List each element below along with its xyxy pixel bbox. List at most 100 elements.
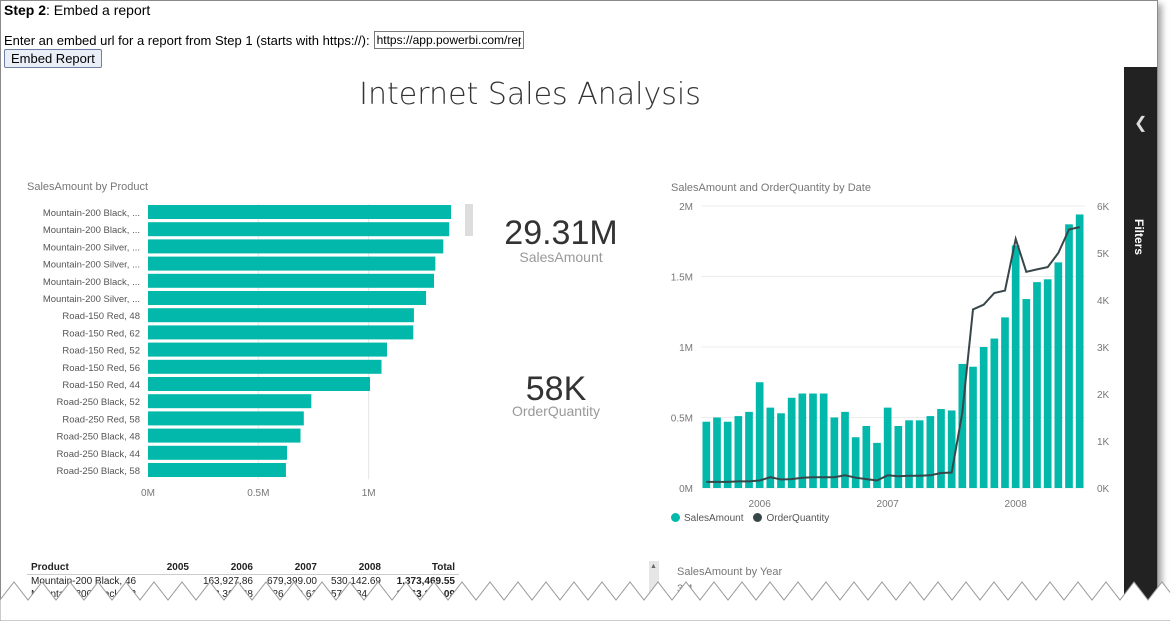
bar[interactable] [766,407,775,488]
bar[interactable] [713,417,721,489]
matrix-header-2007[interactable]: 2007 [257,561,321,575]
bar[interactable] [148,308,414,323]
year-chart-title: SalesAmount by Year [677,566,783,578]
bar[interactable] [798,393,807,488]
matrix-header-product[interactable]: Product [27,561,145,575]
matrix-header-total[interactable]: Total [385,561,459,575]
sales-quantity-by-date-chart: 0M 0.5M 1M 1.5M 2M 0K 1K 2K 3K 4K 5K 6K 2006 2007 2008 [671,202,1110,510]
bar[interactable] [148,428,301,443]
x-tick-label: 2006 [749,499,772,510]
scroll-up-icon[interactable]: ▲ [650,563,657,570]
legend-item-orderquantity[interactable]: OrderQuantity [753,513,829,524]
bar[interactable] [1065,224,1073,488]
x-tick-label: 2007 [877,499,900,510]
order-quantity-card-label: OrderQuantity [512,403,600,419]
sales-by-product-chart: 0M 0.5M 1M Mountain-200 Black, ... Mountain-… [43,204,452,499]
bar[interactable] [1001,317,1009,488]
embed-url-row: Enter an embed url for a report from Ste… [4,31,524,49]
step-text: : Embed a report [46,2,151,18]
bar[interactable] [1043,279,1052,488]
bar[interactable] [148,463,286,477]
filters-label: Filters [1132,219,1146,256]
bar[interactable] [723,421,732,488]
y-left-tick-label: 1.5M [671,273,693,284]
bar[interactable] [1033,282,1041,488]
embed-url-input[interactable] [373,31,524,49]
category-label: Road-250 Black, 44 [57,449,140,460]
bar[interactable] [148,222,450,237]
bar[interactable] [809,393,817,488]
bar[interactable] [947,410,956,488]
bar[interactable] [148,291,427,305]
bar[interactable] [1011,245,1020,488]
legend-dot-teal [671,513,680,522]
torn-edge-decoration [0,581,1170,621]
sales-amount-card-value: 29.31M [504,214,618,252]
y-right-tick-label: 2K [1097,390,1110,401]
bar[interactable] [148,342,388,357]
report-title: Internet Sales Analysis [359,77,701,112]
matrix-header-2006[interactable]: 2006 [193,561,257,575]
y-right-tick-label: 6K [1097,202,1110,213]
legend-dot-dark [753,513,763,522]
bar[interactable] [926,416,935,488]
step-heading: Step 2: Embed a report [4,2,150,18]
bar[interactable] [148,445,288,460]
category-label: Mountain-200 Silver, ... [43,260,140,271]
x-tick-label: 0.5M [247,488,269,499]
bar[interactable] [755,382,764,488]
embed-url-label: Enter an embed url for a report from Ste… [4,32,370,48]
combo-chart-title: SalesAmount and OrderQuantity by Date [671,182,871,194]
filters-pane[interactable]: ❮ Filters [1124,67,1157,613]
matrix-header-2008[interactable]: 2008 [321,561,385,575]
bar[interactable] [851,437,860,488]
bar[interactable] [702,421,711,488]
category-label: Road-150 Red, 62 [62,328,140,339]
category-label: Road-150 Red, 52 [62,346,140,357]
bar[interactable] [148,205,452,219]
bar[interactable] [819,393,828,488]
bar[interactable] [777,413,785,488]
bar[interactable] [1022,299,1031,488]
bar[interactable] [990,338,999,488]
sales-amount-card-label: SalesAmount [519,249,603,265]
bar[interactable] [148,377,371,391]
embed-report-button[interactable]: Embed Report [4,49,102,68]
category-label: Road-250 Black, 48 [57,432,140,443]
category-label: Mountain-200 Silver, ... [43,294,140,305]
bar[interactable] [969,366,977,488]
matrix-header-2005[interactable]: 2005 [145,561,193,575]
y-right-tick-label: 3K [1097,343,1110,354]
bar[interactable] [745,411,753,488]
bar[interactable] [148,239,444,254]
y-left-tick-label: 0.5M [671,414,693,425]
combo-chart-legend: SalesAmount OrderQuantity [671,513,829,524]
chevron-left-icon[interactable]: ❮ [1134,113,1147,133]
y-left-tick-label: 0M [679,484,693,495]
bar[interactable] [148,411,304,426]
bar[interactable] [1054,262,1063,488]
bar[interactable] [915,420,924,488]
bar[interactable] [937,409,945,488]
bar[interactable] [979,347,988,488]
bar[interactable] [734,416,743,488]
bar[interactable] [905,420,913,488]
bar[interactable] [787,397,796,488]
step-label: Step 2 [4,2,47,18]
browser-page: Step 2: Embed a report Enter an embed ur… [0,0,1158,614]
y-left-tick-label: 2M [679,202,693,213]
bar[interactable] [1075,214,1084,488]
legend-item-salesamount[interactable]: SalesAmount [671,513,743,524]
bar[interactable] [894,425,903,488]
bar[interactable] [148,273,435,288]
x-tick-label: 0M [141,488,155,499]
y-left-tick-label: 1M [679,343,693,354]
x-tick-label: 1M [362,488,376,499]
bar[interactable] [148,359,382,374]
bar[interactable] [148,394,312,409]
category-label: Road-150 Red, 44 [62,380,140,391]
category-label: Mountain-200 Black, ... [43,208,140,219]
bar[interactable] [148,256,436,271]
bar[interactable] [148,325,414,340]
bar-chart-scrollbar[interactable] [465,204,473,236]
